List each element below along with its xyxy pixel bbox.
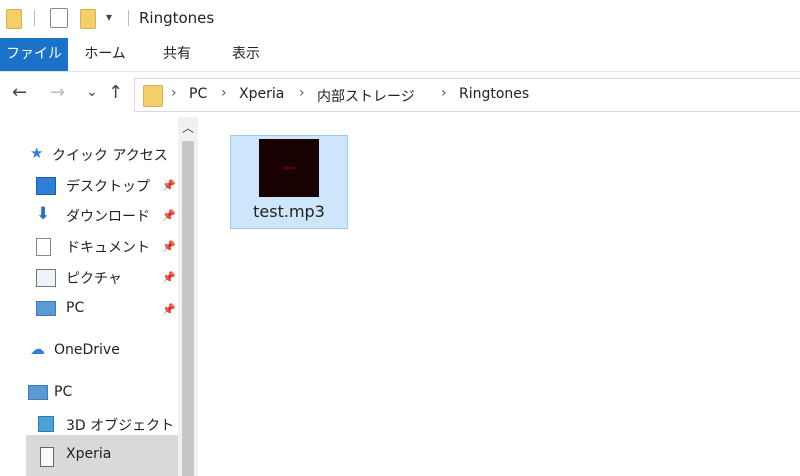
pin-icon[interactable]: 📌 <box>162 271 176 284</box>
desktop-icon <box>36 177 56 195</box>
breadcrumb-ringtones[interactable]: Ringtones <box>459 86 529 102</box>
phone-icon <box>40 447 54 467</box>
file-name: test.mp3 <box>253 202 325 221</box>
star-icon: ★ <box>30 144 44 162</box>
sidebar-item-label: ドキュメント <box>66 240 150 256</box>
new-folder-icon[interactable] <box>80 9 96 29</box>
chevron-up-icon[interactable]: ︿ <box>182 119 194 136</box>
address-bar[interactable]: › PC › Xperia › 内部ストレージ › Ringtones <box>134 78 800 112</box>
pc-icon <box>36 301 56 316</box>
recent-locations-button[interactable]: ⌄ <box>86 84 98 100</box>
tab-home[interactable]: ホーム <box>80 38 130 71</box>
tab-share[interactable]: 共有 <box>152 38 202 71</box>
breadcrumb-pc[interactable]: PC <box>189 86 207 102</box>
separator <box>34 10 35 26</box>
sidebar-item-label: PC <box>54 384 73 400</box>
scrollbar-thumb[interactable] <box>182 141 194 476</box>
sidebar-item-label: デスクトップ <box>66 179 150 195</box>
file-list: test.mp3 <box>198 117 800 476</box>
document-icon <box>36 238 51 256</box>
download-icon: ⬇ <box>36 204 51 224</box>
forward-button[interactable]: → <box>50 82 65 103</box>
customize-quick-access-icon[interactable]: ▾ <box>106 10 112 24</box>
tab-view[interactable]: 表示 <box>221 38 271 71</box>
sidebar-item-label: ダウンロード <box>66 209 150 225</box>
pin-icon[interactable]: 📌 <box>162 303 176 316</box>
picture-icon <box>36 269 56 287</box>
sidebar-item-label: 3D オブジェクト <box>66 418 175 434</box>
separator <box>128 10 129 26</box>
window-title: Ringtones <box>139 9 215 27</box>
chevron-right-icon[interactable]: › <box>221 85 227 101</box>
navigation-bar: ← → ⌄ ↑ › PC › Xperia › 内部ストレージ › Ringto… <box>0 72 800 116</box>
breadcrumb-xperia[interactable]: Xperia <box>239 86 284 102</box>
pin-icon[interactable]: 📌 <box>162 209 176 222</box>
tab-file[interactable]: ファイル <box>0 38 68 71</box>
sidebar-item-label: PC <box>66 300 85 316</box>
cube-icon <box>38 416 54 432</box>
sidebar-item-label: Xperia <box>66 446 112 462</box>
title-bar: ▾ Ringtones <box>0 0 800 38</box>
breadcrumb-internal-storage[interactable]: 内部ストレージ <box>317 86 415 106</box>
chevron-right-icon[interactable]: › <box>299 85 305 101</box>
navigation-pane: ★ クイック アクセス デスクトップ 📌 ⬇ ダウンロード 📌 ドキュメント 📌… <box>0 117 178 476</box>
back-button[interactable]: ← <box>12 82 27 103</box>
sidebar-item-label: クイック アクセス <box>52 148 168 164</box>
folder-icon <box>143 85 163 107</box>
chevron-right-icon[interactable]: › <box>171 85 177 101</box>
sidebar-scrollbar[interactable]: ︿ <box>178 117 198 476</box>
chevron-right-icon[interactable]: › <box>441 85 447 101</box>
folder-icon <box>6 9 22 29</box>
audio-file-thumbnail <box>259 139 319 197</box>
sidebar-item-label: OneDrive <box>54 342 120 358</box>
thumbnail-mark <box>283 167 295 169</box>
pc-icon <box>28 385 48 400</box>
pin-icon[interactable]: 📌 <box>162 179 176 192</box>
cloud-icon: ☁ <box>30 340 45 358</box>
ribbon-tabs: ファイル ホーム 共有 表示 <box>0 38 800 72</box>
file-item[interactable]: test.mp3 <box>230 135 348 229</box>
up-button[interactable]: ↑ <box>108 82 123 103</box>
sidebar-item-label: ピクチャ <box>66 271 122 287</box>
pin-icon[interactable]: 📌 <box>162 240 176 253</box>
properties-icon[interactable] <box>50 8 68 28</box>
